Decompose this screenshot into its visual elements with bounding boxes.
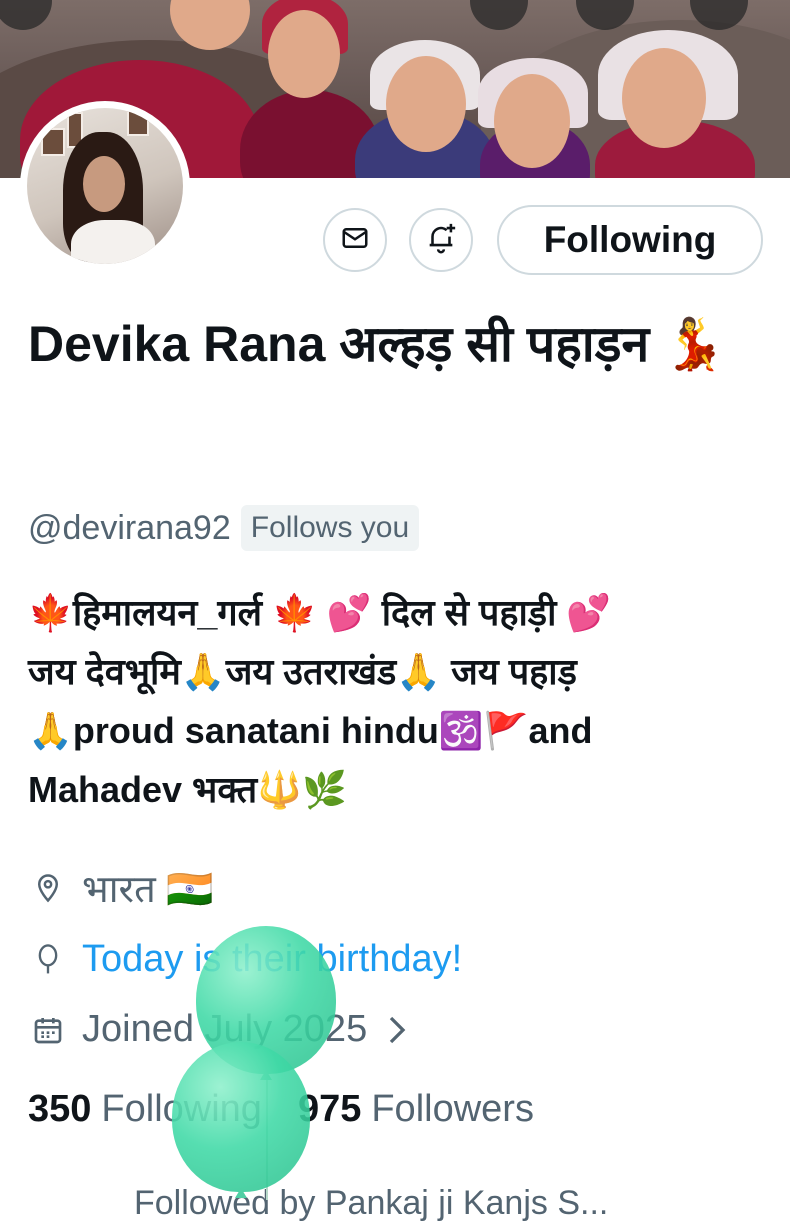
location-row: भारत 🇮🇳 <box>28 862 214 914</box>
back-button[interactable] <box>0 0 52 30</box>
mail-icon <box>340 223 370 258</box>
handle-row: @devirana92 Follows you <box>28 504 420 552</box>
location-pin-icon <box>28 868 68 908</box>
bell-plus-icon <box>424 221 458 260</box>
bio-line: 🙏proud sanatani hindu🕉️🚩and <box>28 710 593 751</box>
balloon-icon <box>28 940 68 980</box>
notifications-button[interactable] <box>409 208 473 272</box>
following-count: 350 <box>28 1088 92 1130</box>
avatar-photo <box>27 108 183 264</box>
chevron-right-icon <box>387 1015 407 1045</box>
handle: @devirana92 <box>28 508 231 547</box>
bio: 🍁हिमालयन_गर्ल 🍁 💕 दिल से पहाड़ी 💕 जय देव… <box>28 583 768 819</box>
following-button[interactable]: Following <box>497 205 763 275</box>
bio-line: जय देवभूमि🙏जय उतराखंड🙏 जय पहाड़ <box>28 651 577 692</box>
balloon-decoration <box>172 1042 310 1192</box>
search-button[interactable] <box>470 0 528 30</box>
location-text: भारत 🇮🇳 <box>82 869 214 911</box>
display-name: Devika Rana अल्हड़ सी पहाड़न 💃 <box>28 316 726 372</box>
follows-you-badge: Follows you <box>240 505 420 551</box>
bio-line: 🍁हिमालयन_गर्ल 🍁 💕 दिल से पहाड़ी 💕 <box>28 592 612 633</box>
followers-label: Followers <box>371 1088 534 1130</box>
bio-line: Mahadev भक्त🔱🌿 <box>28 769 347 810</box>
followers-stat[interactable]: 975 Followers <box>298 1088 534 1131</box>
following-button-label: Following <box>543 219 717 260</box>
followed-by-text[interactable]: Followed by Pankaj ji Kanjs S... <box>134 1184 608 1223</box>
calendar-icon <box>28 1010 68 1050</box>
avatar[interactable] <box>20 101 190 271</box>
message-button[interactable] <box>323 208 387 272</box>
